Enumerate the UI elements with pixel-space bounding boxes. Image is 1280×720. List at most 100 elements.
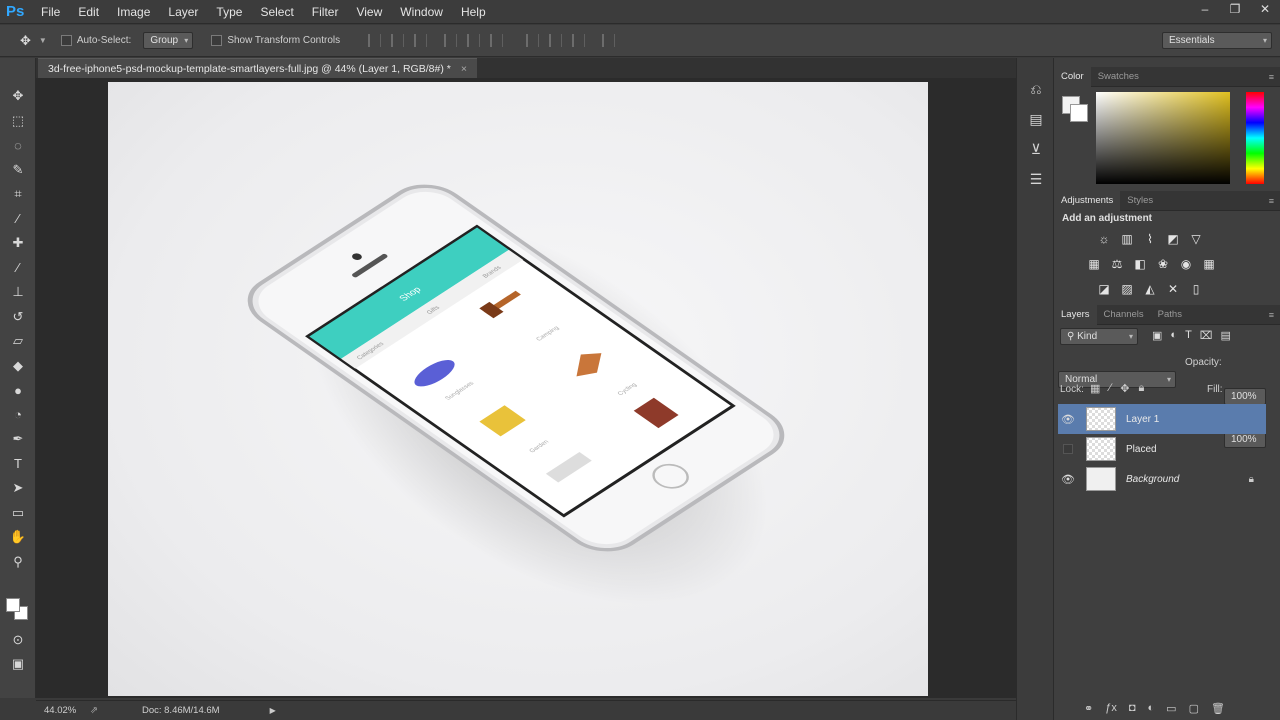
shape-filter-icon[interactable]: ⌧ — [1200, 329, 1213, 342]
tab-paths[interactable]: Paths — [1151, 305, 1189, 325]
brightness-icon[interactable]: ☼ — [1096, 231, 1112, 247]
tool-preset-arrow-icon[interactable]: ▼ — [39, 36, 47, 45]
layer-kind-filter[interactable]: ⚲ Kind ▾ — [1060, 328, 1138, 345]
align-bottom-icon[interactable] — [414, 34, 428, 47]
smart-object-filter-icon[interactable]: ▤ — [1220, 329, 1230, 342]
brush-tool-icon[interactable]: ∕ — [0, 256, 36, 281]
lock-transparent-icon[interactable]: ▦ — [1090, 382, 1100, 395]
menu-image[interactable]: Image — [108, 0, 159, 24]
menu-layer[interactable]: Layer — [159, 0, 207, 24]
menu-edit[interactable]: Edit — [69, 0, 108, 24]
add-mask-icon[interactable]: ◘ — [1129, 702, 1136, 715]
quick-mask-icon[interactable]: ⊙ — [0, 628, 36, 653]
tab-color[interactable]: Color — [1054, 66, 1091, 87]
foreground-color-swatch[interactable] — [6, 598, 20, 612]
history-panel-icon[interactable]: ⎌ — [1017, 74, 1055, 104]
export-icon[interactable]: ⇗ — [90, 705, 98, 716]
document-canvas[interactable]: Shop Categories Gifts Brands Sunglasses … — [108, 82, 928, 696]
auto-select-checkbox[interactable] — [60, 35, 72, 46]
lock-position-icon[interactable]: ✥ — [1120, 382, 1129, 395]
panel-menu-icon[interactable]: ≡ — [1269, 305, 1274, 325]
align-hcenter-icon[interactable] — [467, 34, 481, 47]
path-select-tool-icon[interactable]: ➤ — [0, 476, 36, 501]
delete-layer-icon[interactable]: 🗑︎ — [1211, 702, 1225, 715]
screen-mode-icon[interactable]: ▣ — [0, 652, 36, 677]
distribute-vcenter-icon[interactable] — [549, 34, 563, 47]
panel-menu-icon[interactable]: ≡ — [1269, 191, 1274, 211]
menu-help[interactable]: Help — [452, 0, 495, 24]
color-lookup-icon[interactable]: ▦ — [1201, 256, 1217, 272]
crop-tool-icon[interactable]: ⌗ — [0, 182, 36, 207]
menu-type[interactable]: Type — [207, 0, 251, 24]
restore-button[interactable]: ❐ — [1220, 0, 1250, 20]
selective-color-icon[interactable]: ✕ — [1165, 281, 1181, 297]
layer-name[interactable]: Background — [1126, 474, 1179, 485]
rectangle-tool-icon[interactable]: ▭ — [0, 501, 36, 526]
close-icon[interactable]: × — [461, 63, 467, 75]
layer-row-placed[interactable]: Placed — [1058, 434, 1266, 464]
hue-slider[interactable] — [1246, 92, 1264, 184]
close-button[interactable]: ✕ — [1250, 0, 1280, 20]
eye-icon[interactable]: 👁︎ — [1058, 413, 1078, 426]
pen-tool-icon[interactable]: ✒ — [0, 427, 36, 452]
exposure-icon[interactable]: ◩ — [1165, 231, 1181, 247]
photo-filter-icon[interactable]: ❀ — [1155, 256, 1171, 272]
zoom-tool-icon[interactable]: ⚲ — [0, 550, 36, 575]
brush-panel-icon[interactable]: ⊻ — [1017, 134, 1055, 164]
layer-name[interactable]: Placed — [1126, 444, 1157, 455]
dodge-tool-icon[interactable]: ◔ — [0, 403, 36, 428]
distribute-top-icon[interactable] — [526, 34, 540, 47]
hue-saturation-icon[interactable]: ▦ — [1086, 256, 1102, 272]
new-layer-icon[interactable]: ▢ — [1189, 702, 1199, 715]
tab-adjustments[interactable]: Adjustments — [1054, 190, 1121, 211]
tool-presets-icon[interactable]: ☰ — [1017, 164, 1055, 194]
paint-bucket-tool-icon[interactable]: ◆ — [0, 354, 36, 379]
align-top-icon[interactable] — [368, 34, 382, 47]
menu-select[interactable]: Select — [251, 0, 302, 24]
visibility-toggle-off[interactable] — [1063, 444, 1073, 454]
posterize-icon[interactable]: ▨ — [1119, 281, 1135, 297]
workspace-dropdown[interactable]: Essentials ▾ — [1162, 32, 1272, 49]
distribute-bottom-icon[interactable] — [572, 34, 586, 47]
lock-all-icon[interactable]: 🔒︎ — [1138, 382, 1144, 395]
status-menu-arrow-icon[interactable]: ▶ — [270, 706, 276, 715]
layer-style-icon[interactable]: ƒx — [1105, 702, 1117, 715]
menu-window[interactable]: Window — [391, 0, 452, 24]
opacity-field[interactable]: 100% — [1224, 388, 1266, 405]
new-adjustment-icon[interactable]: ◐ — [1148, 702, 1155, 715]
panel-menu-icon[interactable]: ≡ — [1269, 67, 1274, 87]
adjustment-filter-icon[interactable]: ◐ — [1170, 329, 1177, 342]
clone-stamp-tool-icon[interactable]: ⊥ — [0, 280, 36, 305]
threshold-icon[interactable]: ◭ — [1142, 281, 1158, 297]
lasso-tool-icon[interactable]: ◌ — [0, 133, 36, 158]
tab-layers[interactable]: Layers — [1054, 304, 1097, 325]
layer-row-background[interactable]: 👁︎ Background 🔒︎ — [1058, 464, 1266, 494]
tab-styles[interactable]: Styles — [1120, 191, 1160, 211]
quick-select-tool-icon[interactable]: ✎ — [0, 158, 36, 183]
menu-file[interactable]: File — [32, 0, 69, 24]
properties-panel-icon[interactable]: ▤ — [1017, 104, 1055, 134]
document-tab[interactable]: 3d-free-iphone5-psd-mockup-template-smar… — [38, 58, 477, 78]
marquee-tool-icon[interactable]: ⬚ — [0, 109, 36, 134]
tab-channels[interactable]: Channels — [1097, 305, 1151, 325]
menu-view[interactable]: View — [347, 0, 391, 24]
auto-select-dropdown[interactable]: Group ▾ — [143, 32, 194, 49]
transform-controls-checkbox[interactable] — [211, 35, 223, 46]
color-spectrum-field[interactable] — [1096, 92, 1230, 184]
distribute-left-icon[interactable] — [602, 34, 616, 47]
move-tool-icon[interactable]: ✥ — [20, 33, 31, 49]
hand-tool-icon[interactable]: ✋ — [0, 525, 36, 550]
eye-icon[interactable]: 👁︎ — [1058, 473, 1078, 486]
menu-filter[interactable]: Filter — [303, 0, 348, 24]
history-brush-tool-icon[interactable]: ↺ — [0, 305, 36, 330]
gradient-map-icon[interactable]: ▯ — [1188, 281, 1204, 297]
color-balance-icon[interactable]: ⚖ — [1109, 256, 1125, 272]
type-filter-icon[interactable]: T — [1185, 329, 1192, 342]
curves-icon[interactable]: ⌇ — [1142, 231, 1158, 247]
align-left-icon[interactable] — [444, 34, 458, 47]
eraser-tool-icon[interactable]: ▱ — [0, 329, 36, 354]
minimize-button[interactable]: – — [1190, 0, 1220, 20]
healing-brush-tool-icon[interactable]: ✚ — [0, 231, 36, 256]
tab-swatches[interactable]: Swatches — [1091, 67, 1146, 87]
layer-row-layer-1[interactable]: 👁︎ Layer 1 — [1058, 404, 1266, 434]
